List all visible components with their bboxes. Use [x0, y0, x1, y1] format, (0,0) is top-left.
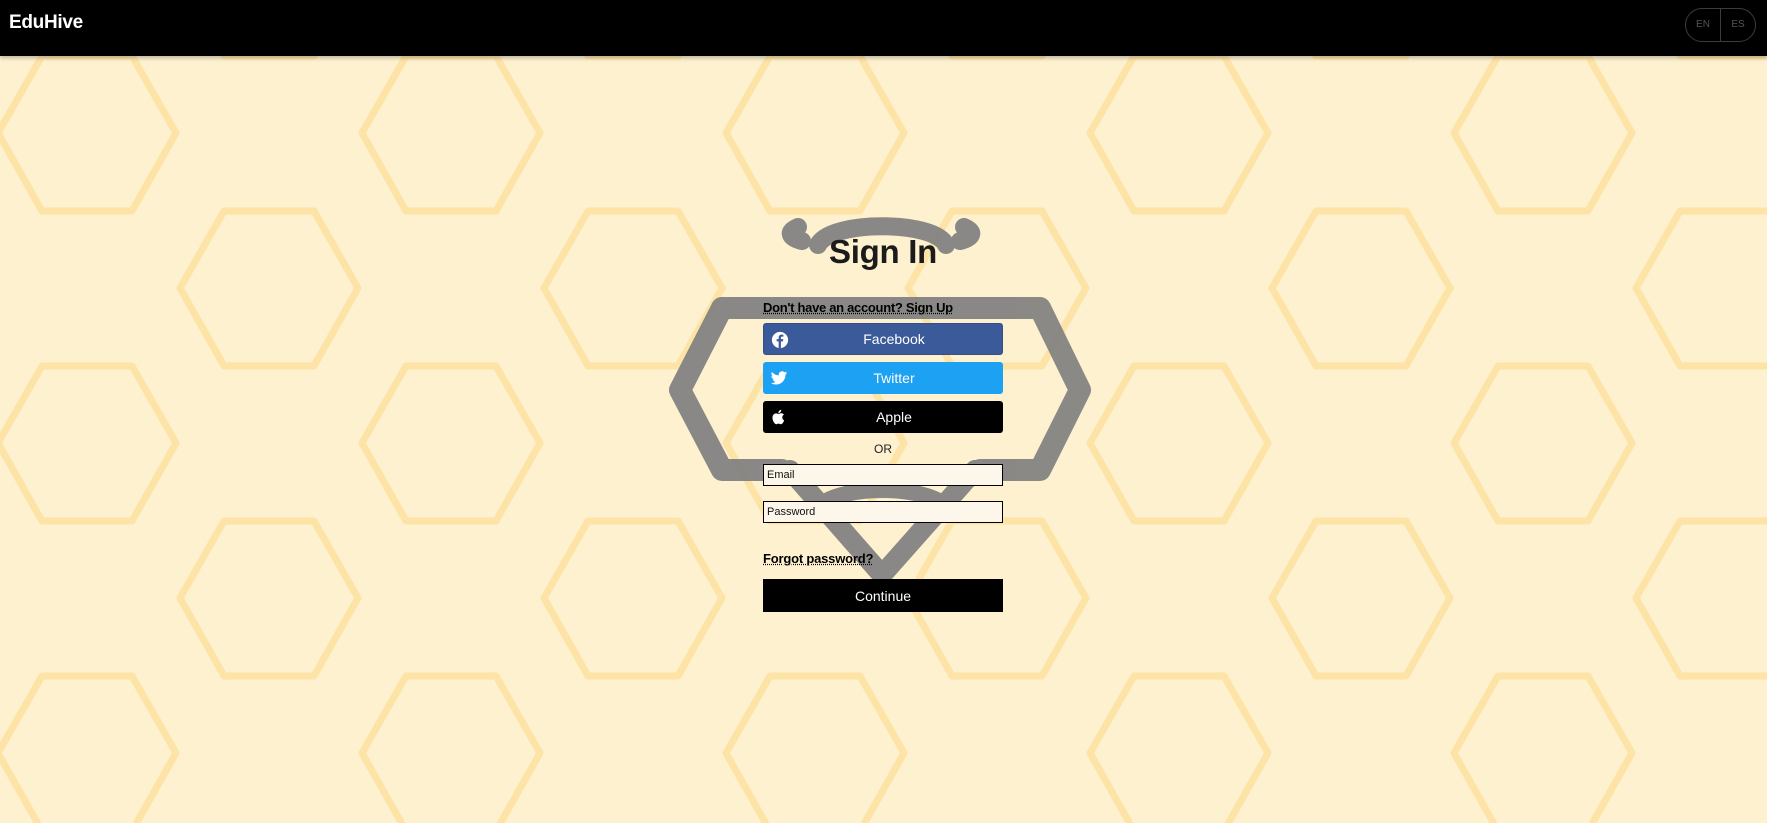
language-switcher: EN ES — [1685, 8, 1756, 42]
top-navbar: EduHive EN ES — [0, 0, 1767, 56]
apple-icon — [772, 409, 785, 425]
or-divider: OR — [874, 442, 892, 456]
language-en-button[interactable]: EN — [1686, 9, 1720, 41]
apple-label: Apple — [876, 409, 912, 425]
password-field[interactable] — [763, 501, 1003, 523]
facebook-signin-button[interactable]: Facebook — [763, 323, 1003, 355]
apple-signin-button[interactable]: Apple — [763, 401, 1003, 433]
language-es-button[interactable]: ES — [1720, 9, 1755, 41]
facebook-label: Facebook — [863, 331, 925, 347]
facebook-icon — [771, 331, 789, 349]
forgot-password-link[interactable]: Forgot password? — [763, 551, 1003, 566]
continue-button[interactable]: Continue — [763, 579, 1003, 612]
signup-link[interactable]: Don't have an account? Sign Up — [763, 300, 1003, 315]
twitter-icon — [770, 371, 788, 385]
twitter-label: Twitter — [873, 370, 915, 386]
signin-form: Sign In Don't have an account? Sign Up F… — [763, 230, 1003, 612]
email-field[interactable] — [763, 464, 1003, 486]
page-title: Sign In — [829, 233, 937, 270]
twitter-signin-button[interactable]: Twitter — [763, 362, 1003, 394]
brand-logo-text[interactable]: EduHive — [9, 12, 83, 34]
